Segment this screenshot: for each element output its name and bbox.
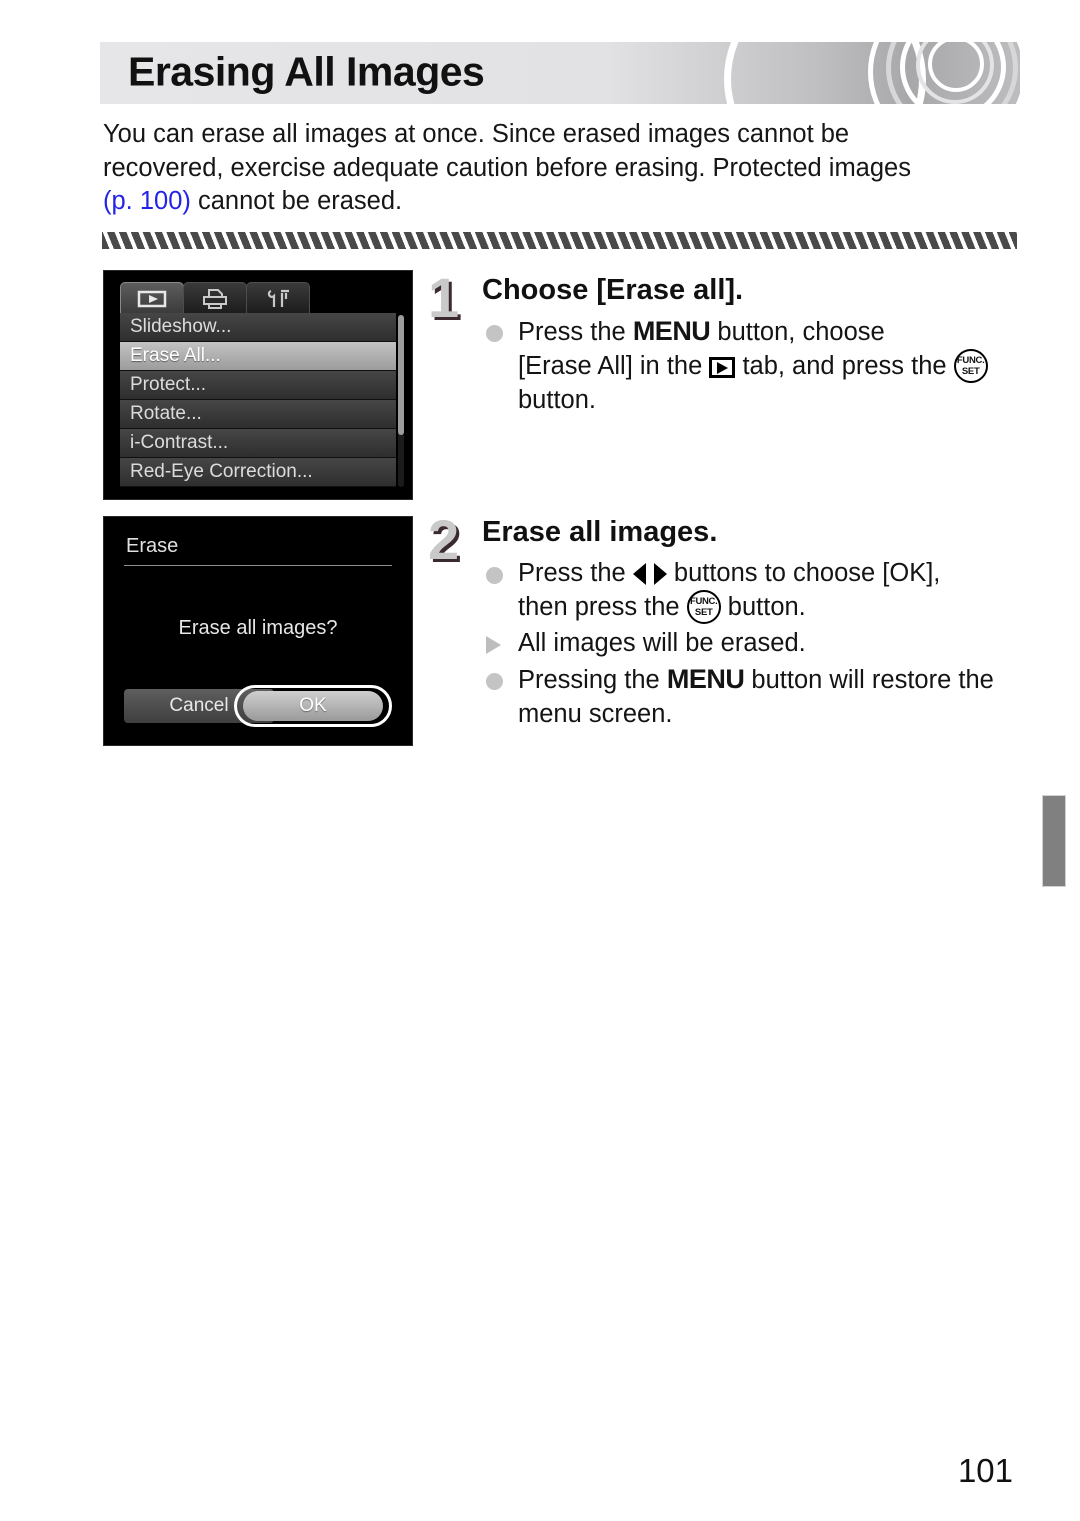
arc-ring-4: [916, 42, 994, 104]
menu-item-list: Slideshow... Erase All... Protect... Rot…: [120, 313, 396, 487]
step-1: 1 Choose [Erase all]. Press the MENU but…: [428, 266, 1020, 419]
menu-item-protect[interactable]: Protect...: [120, 371, 396, 400]
step-2-body: Press the buttons to choose [OK], then p…: [482, 556, 1020, 731]
ok-button[interactable]: OK: [243, 691, 383, 721]
step-2-bullet-2: All images will be erased.: [482, 626, 1020, 660]
step-1-number: 1: [428, 266, 460, 329]
page-header: Erasing All Images: [100, 42, 1020, 104]
intro-line-1: You can erase all images at once. Since …: [103, 120, 850, 148]
func-set-icon: FUNC. SET: [686, 590, 721, 624]
arc-ring-5: [928, 42, 984, 92]
step2-text-d: button.: [720, 593, 806, 621]
intro-line-2: recovered, exercise adequate caution bef…: [103, 153, 911, 182]
wrench-tools-icon: [267, 289, 289, 307]
step-2-title: Erase all images.: [482, 516, 718, 548]
camera-menu-screenshot: Slideshow... Erase All... Protect... Rot…: [103, 270, 413, 500]
playback-icon: [709, 357, 736, 378]
left-right-buttons-icon: [632, 563, 667, 585]
arc-ring-2: [886, 42, 1018, 104]
step2-text-f: Pressing the: [518, 666, 667, 694]
menu-item-rotate[interactable]: Rotate...: [120, 400, 396, 429]
func-label: FUNC.: [956, 355, 985, 366]
func-set-icon: FUNC. SET: [953, 349, 988, 383]
ok-button-selection-ring: OK: [234, 685, 392, 727]
set-label: SET: [694, 607, 713, 618]
step2-text-a: Press the: [518, 559, 633, 587]
playback-tab[interactable]: [120, 282, 184, 314]
menu-button-word: MENU: [632, 316, 711, 346]
step2-text-b: buttons to choose [OK],: [666, 559, 941, 587]
step-1-title: Choose [Erase all].: [482, 274, 744, 306]
dialog-prompt: Erase all images?: [178, 617, 338, 639]
menu-item-erase-all[interactable]: Erase All...: [120, 342, 396, 371]
menu-tab-bar: [120, 281, 310, 314]
arc-ring-3: [900, 42, 1006, 104]
page-number: 101: [957, 1452, 1013, 1489]
print-tab[interactable]: [183, 282, 247, 314]
step1-text-a: Press the: [518, 318, 633, 346]
play-triangle-icon: [137, 290, 167, 307]
step1-text-e: button.: [518, 386, 596, 414]
step2-text-h: menu screen.: [518, 700, 673, 728]
step1-text-b: button, choose: [710, 318, 885, 346]
page-title: Erasing All Images: [128, 48, 485, 95]
dot-bullet-icon: [486, 567, 503, 584]
chapter-edge-tab: [1042, 795, 1066, 887]
striped-separator: [102, 232, 1017, 249]
menu-scrollbar-thumb[interactable]: [398, 315, 404, 435]
step-2-bullet-1: Press the buttons to choose [OK], then p…: [482, 556, 1020, 624]
set-label: SET: [961, 366, 980, 377]
triangle-bullet-icon: [486, 636, 501, 654]
settings-tab[interactable]: [246, 282, 310, 314]
step-1-body: Press the MENU button, choose [Erase All…: [482, 314, 1020, 417]
intro-paragraph: You can erase all images at once. Since …: [103, 118, 1003, 219]
func-label: FUNC.: [689, 596, 718, 607]
step2-text-c: then press the: [518, 593, 687, 621]
header-arc-decoration: [724, 42, 1020, 104]
menu-scrollbar[interactable]: [398, 315, 404, 487]
dot-bullet-icon: [486, 325, 503, 342]
step2-text-g: button will restore the: [744, 666, 994, 694]
arc-ring-1: [868, 42, 1020, 104]
step-2: 2 Erase all images. Press the buttons to…: [428, 508, 1020, 733]
step1-text-d: tab, and press the: [735, 352, 954, 380]
intro-line-3-tail: cannot be erased.: [190, 187, 403, 215]
step1-text-c: [Erase All] in the: [518, 352, 710, 380]
erase-dialog-screenshot: Erase Erase all images? Cancel OK: [103, 516, 413, 746]
menu-button-word: MENU: [666, 664, 745, 694]
dialog-button-row: Cancel OK: [124, 685, 392, 727]
arc-ring-outer: [724, 42, 926, 104]
dialog-divider: [124, 565, 392, 566]
menu-item-red-eye-correction[interactable]: Red-Eye Correction...: [120, 458, 396, 487]
step-2-number: 2: [428, 508, 460, 571]
printer-icon: [203, 288, 227, 309]
step-1-bullet-1: Press the MENU button, choose [Erase All…: [482, 314, 1020, 417]
dot-bullet-icon: [486, 673, 503, 690]
step-2-bullet-3: Pressing the MENU button will restore th…: [482, 662, 1020, 731]
menu-item-slideshow[interactable]: Slideshow...: [120, 313, 396, 342]
dialog-title: Erase: [126, 535, 179, 557]
page-reference-link[interactable]: (p. 100): [103, 187, 191, 215]
menu-item-i-contrast[interactable]: i-Contrast...: [120, 429, 396, 458]
step2-text-e: All images will be erased.: [518, 629, 806, 657]
